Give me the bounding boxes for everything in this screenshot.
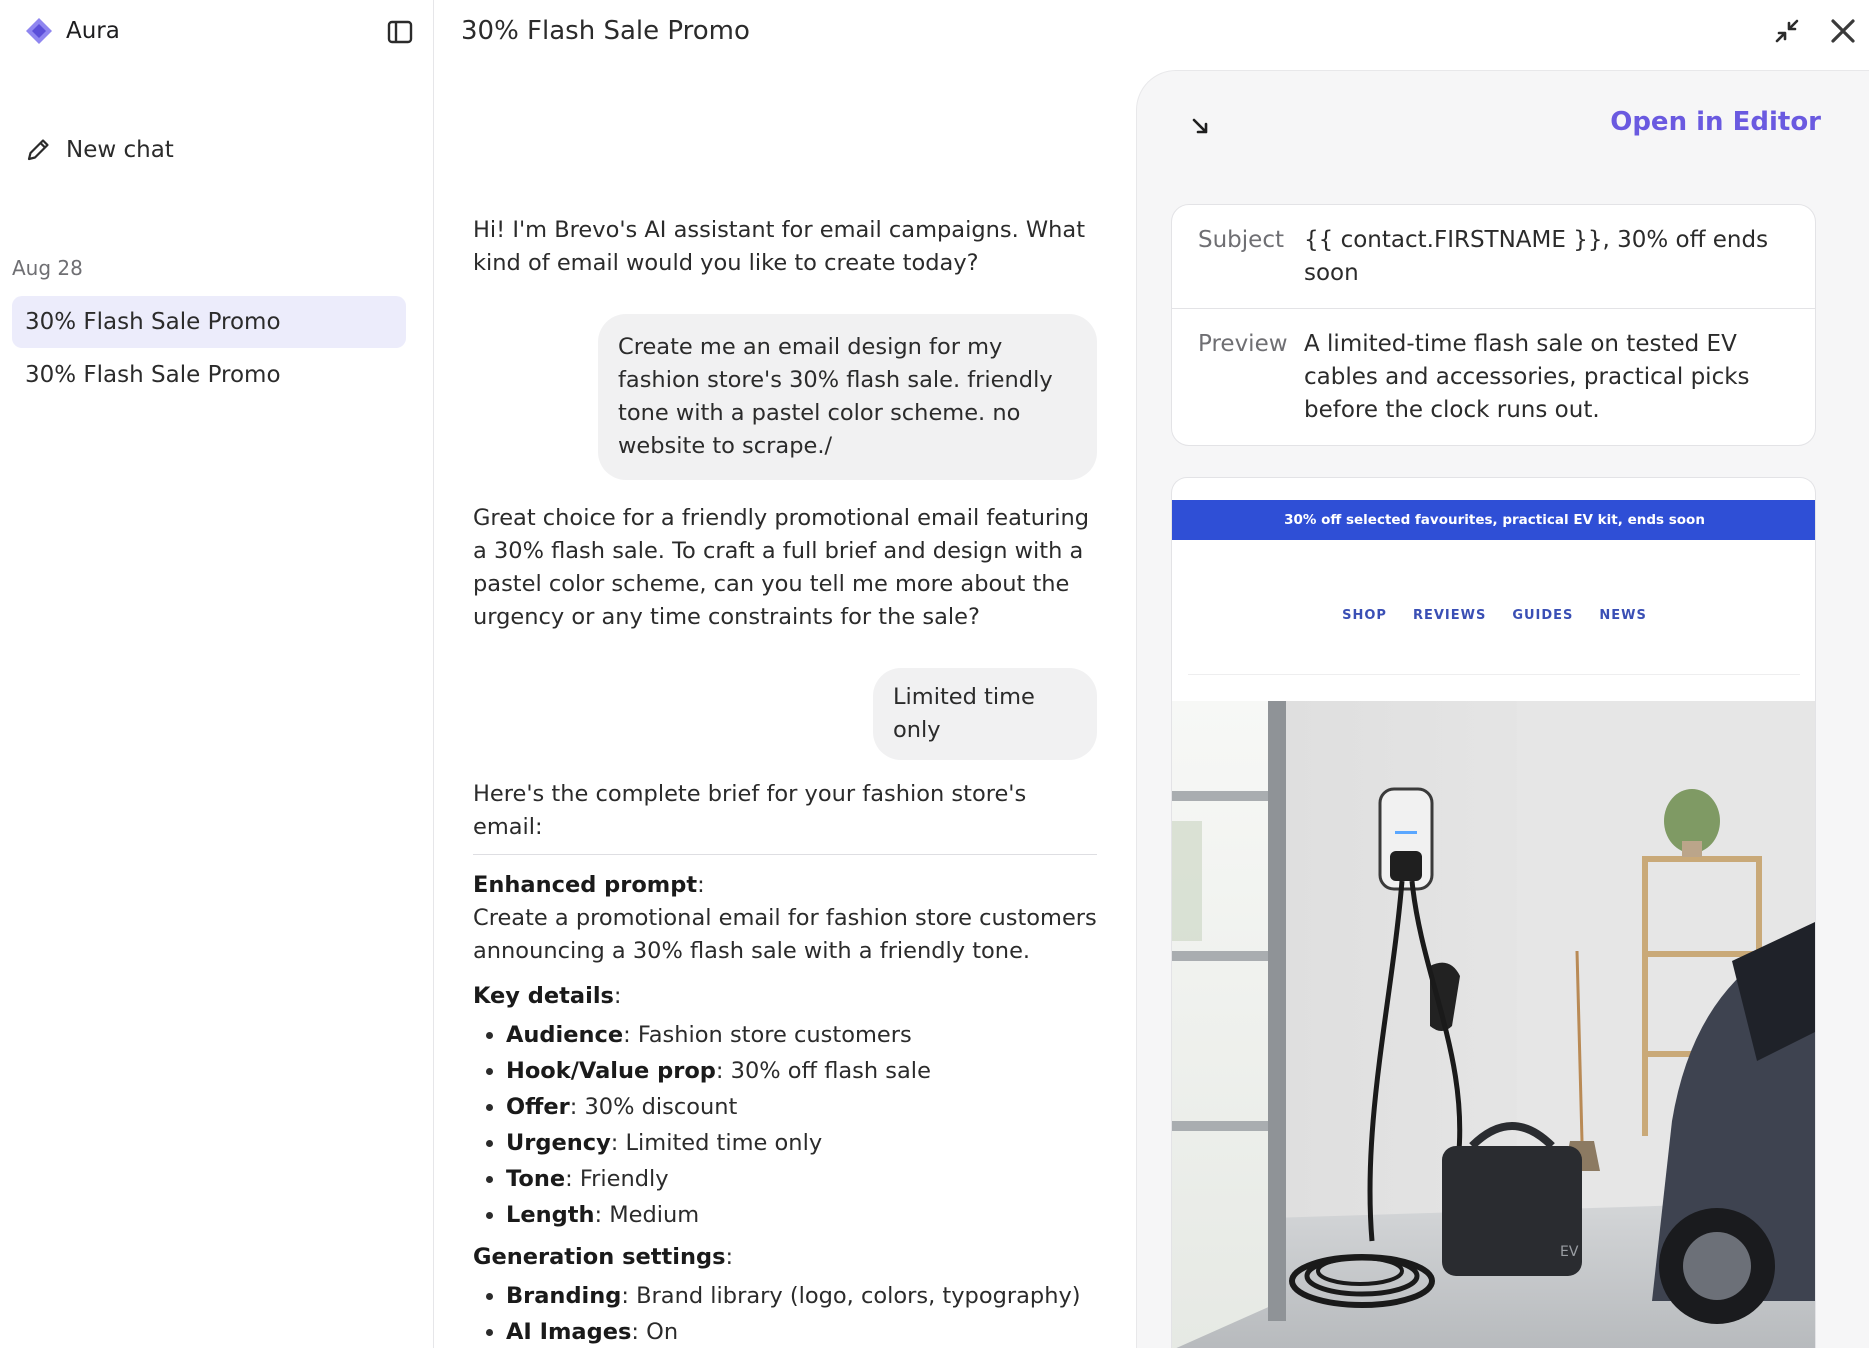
open-in-editor-link[interactable]: Open in Editor — [1610, 107, 1821, 137]
sidebar-panel-icon[interactable] — [384, 16, 416, 48]
list-item: Tone: Friendly — [473, 1161, 1097, 1197]
detail-key: Audience — [506, 1022, 624, 1048]
email-nav-reviews[interactable]: REVIEWS — [1413, 608, 1486, 623]
enhanced-prompt-heading: Enhanced prompt: — [473, 872, 705, 898]
assistant-message: Here's the complete brief for your fashi… — [473, 781, 1027, 840]
email-preview-panel: Open in Editor Subject {{ contact.FIRSTN… — [1136, 70, 1869, 1348]
diamond-logo-icon — [26, 18, 52, 44]
setting-key: AI Images — [506, 1319, 632, 1345]
close-icon[interactable] — [1826, 14, 1860, 48]
detail-key: Tone — [506, 1166, 566, 1192]
chat-history-item[interactable]: 30% Flash Sale Promo — [12, 296, 406, 348]
list-item: Audience: Fashion store customers — [473, 1017, 1097, 1053]
key-details-list: Audience: Fashion store customers Hook/V… — [473, 1017, 1097, 1233]
page-title: 30% Flash Sale Promo — [461, 16, 750, 46]
pencil-icon — [27, 139, 49, 161]
setting-value: On — [646, 1319, 679, 1345]
key-details-label: Key details — [473, 983, 614, 1009]
arrow-down-right-icon[interactable] — [1185, 111, 1215, 141]
setting-value: Brand library (logo, colors, typography) — [636, 1283, 1081, 1309]
list-item: AI Images: On — [473, 1314, 1097, 1348]
list-item: Hook/Value prop: 30% off flash sale — [473, 1053, 1097, 1089]
email-nav-news[interactable]: NEWS — [1599, 608, 1646, 623]
detail-key: Offer — [506, 1094, 570, 1120]
preview-label: Preview — [1198, 331, 1288, 357]
detail-key: Urgency — [506, 1130, 611, 1156]
chat-thread: Hi! I'm Brevo's AI assistant for email c… — [473, 214, 1097, 1348]
enhanced-prompt-label: Enhanced prompt — [473, 872, 698, 898]
new-chat-button[interactable]: New chat — [24, 130, 174, 170]
user-message: Create me an email design for my fashion… — [598, 314, 1097, 480]
email-banner: 30% off selected favourites, practical E… — [1172, 500, 1815, 540]
subject-label: Subject — [1198, 227, 1284, 253]
email-nav-guides[interactable]: GUIDES — [1512, 608, 1573, 623]
bag-logo: EV — [1560, 1244, 1579, 1260]
brand[interactable]: Aura — [24, 14, 120, 48]
list-item: Length: Medium — [473, 1197, 1097, 1233]
detail-value: 30% discount — [584, 1094, 738, 1120]
divider — [473, 854, 1097, 855]
list-item: Branding: Brand library (logo, colors, t… — [473, 1278, 1097, 1314]
detail-value: Friendly — [579, 1166, 669, 1192]
email-meta-card: Subject {{ contact.FIRSTNAME }}, 30% off… — [1171, 204, 1816, 446]
setting-key: Branding — [506, 1283, 622, 1309]
date-group-label: Aug 28 — [12, 256, 83, 280]
chat-history-list: 30% Flash Sale Promo 30% Flash Sale Prom… — [12, 296, 406, 402]
email-nav-shop[interactable]: SHOP — [1342, 608, 1387, 623]
brand-name: Aura — [66, 18, 120, 44]
ev-charger-garage-image: EV — [1172, 701, 1815, 1348]
assistant-message: Hi! I'm Brevo's AI assistant for email c… — [473, 217, 1086, 276]
subject-row: Subject {{ contact.FIRSTNAME }}, 30% off… — [1172, 205, 1815, 308]
key-details-heading: Key details: — [473, 983, 622, 1009]
subject-value: {{ contact.FIRSTNAME }}, 30% off ends so… — [1304, 227, 1769, 286]
email-divider — [1188, 674, 1800, 675]
email-preview-card: 30% off selected favourites, practical E… — [1171, 477, 1816, 1348]
list-item: Offer: 30% discount — [473, 1089, 1097, 1125]
enhanced-prompt-text: Create a promotional email for fashion s… — [473, 905, 1097, 964]
detail-value: 30% off flash sale — [730, 1058, 931, 1084]
user-message: Limited time only — [873, 668, 1097, 760]
detail-value: Limited time only — [625, 1130, 823, 1156]
sidebar: Aura New chat Aug 28 30% Flash Sale Prom… — [0, 0, 434, 1348]
detail-key: Length — [506, 1202, 595, 1228]
detail-value: Medium — [609, 1202, 700, 1228]
preview-row: Preview A limited-time flash sale on tes… — [1172, 308, 1815, 445]
list-item: Urgency: Limited time only — [473, 1125, 1097, 1161]
detail-value: Fashion store customers — [637, 1022, 912, 1048]
generation-settings-heading: Generation settings: — [473, 1244, 734, 1270]
preview-value: A limited-time flash sale on tested EV c… — [1304, 331, 1750, 423]
new-chat-label: New chat — [66, 137, 174, 163]
chat-history-item[interactable]: 30% Flash Sale Promo — [12, 349, 406, 401]
generation-settings-list: Branding: Brand library (logo, colors, t… — [473, 1278, 1097, 1348]
generation-settings-label: Generation settings — [473, 1244, 726, 1270]
email-nav: SHOP REVIEWS GUIDES NEWS — [1172, 608, 1815, 623]
assistant-message: Great choice for a friendly promotional … — [473, 505, 1090, 630]
detail-key: Hook/Value prop — [506, 1058, 716, 1084]
collapse-arrows-icon[interactable] — [1770, 14, 1804, 48]
